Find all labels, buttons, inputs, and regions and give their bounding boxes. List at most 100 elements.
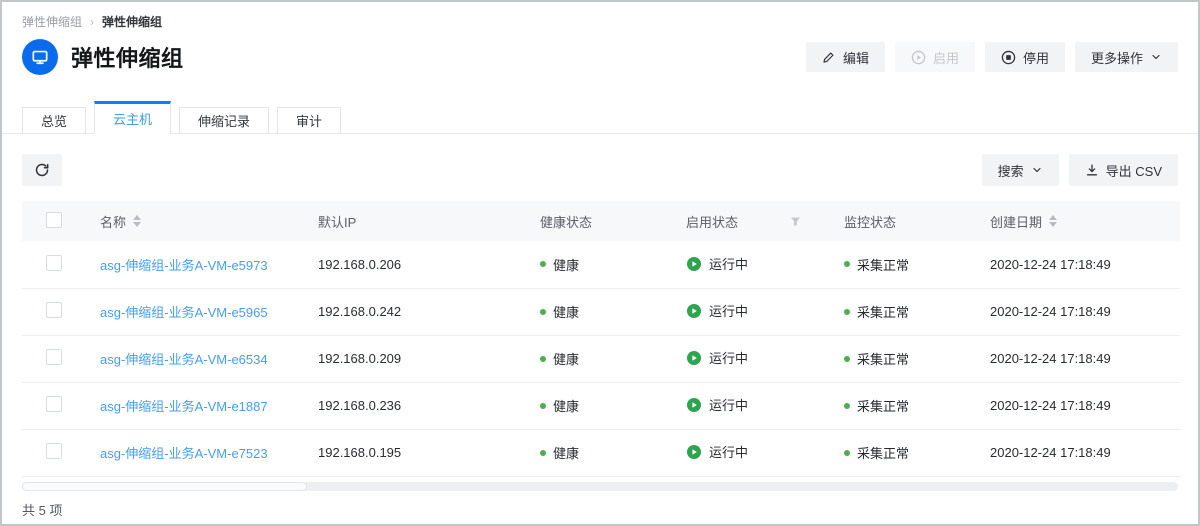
vm-ip: 192.168.0.236	[300, 382, 522, 429]
header-actions: 编辑 启用 停用 更多操作	[806, 42, 1178, 72]
breadcrumb: 弹性伸缩组 › 弹性伸缩组	[2, 2, 1198, 30]
export-csv-button[interactable]: 导出 CSV	[1069, 154, 1178, 186]
enable-button-label: 启用	[933, 48, 959, 67]
table-toolbar: 搜索 导出 CSV	[2, 134, 1198, 186]
created-date: 2020-12-24 17:18:49	[972, 288, 1180, 335]
table-row: asg-伸缩组-业务A-VM-e1887 192.168.0.236 健康 运行…	[22, 382, 1180, 429]
created-date: 2020-12-24 17:18:49	[972, 382, 1180, 429]
green-dot-icon	[844, 450, 850, 456]
table-row: asg-伸缩组-业务A-VM-e5965 192.168.0.242 健康 运行…	[22, 288, 1180, 335]
green-dot-icon	[540, 356, 546, 362]
row-checkbox[interactable]	[46, 302, 62, 318]
column-header-monitor: 监控状态	[844, 215, 896, 230]
monitor-status-badge: 采集正常	[844, 302, 909, 321]
total-count: 共 5 项	[22, 503, 62, 518]
enabled-status-badge: 运行中	[686, 348, 748, 367]
vm-table: 名称 默认IP 健康状态 启用状态 监控状态 创建日期 asg-伸缩组-业务A-…	[2, 186, 1198, 477]
row-checkbox[interactable]	[46, 349, 62, 365]
table-footer: 共 5 项	[2, 491, 1198, 519]
enabled-label: 运行中	[709, 442, 748, 461]
monitor-status-badge: 采集正常	[844, 349, 909, 368]
green-dot-icon	[540, 403, 546, 409]
tab-scaling-records-label: 伸缩记录	[198, 111, 250, 130]
app-window: 弹性伸缩组 › 弹性伸缩组 弹性伸缩组 编辑 启用 停用 更	[0, 0, 1200, 526]
tab-audit-label: 审计	[296, 111, 322, 130]
health-status-badge: 健康	[540, 349, 579, 368]
stop-button[interactable]: 停用	[985, 42, 1065, 72]
tab-overview[interactable]: 总览	[22, 107, 86, 134]
more-actions-label: 更多操作	[1091, 48, 1143, 67]
green-play-circle-icon	[686, 256, 702, 272]
vm-name-link[interactable]: asg-伸缩组-业务A-VM-e5965	[100, 305, 268, 320]
tab-cloud-hosts[interactable]: 云主机	[94, 101, 171, 134]
table-row: asg-伸缩组-业务A-VM-e5973 192.168.0.206 健康 运行…	[22, 241, 1180, 288]
enabled-status-badge: 运行中	[686, 301, 748, 320]
monitor-label: 采集正常	[857, 443, 909, 462]
enabled-status-badge: 运行中	[686, 442, 748, 461]
table-header-row: 名称 默认IP 健康状态 启用状态 监控状态 创建日期	[22, 201, 1180, 241]
row-checkbox[interactable]	[46, 443, 62, 459]
vm-name-link[interactable]: asg-伸缩组-业务A-VM-e5973	[100, 258, 268, 273]
edit-button-label: 编辑	[843, 48, 869, 67]
play-circle-icon	[911, 50, 926, 65]
table-row: asg-伸缩组-业务A-VM-e6534 192.168.0.209 健康 运行…	[22, 335, 1180, 382]
chevron-down-icon	[1031, 164, 1043, 176]
breadcrumb-current: 弹性伸缩组	[102, 13, 162, 30]
chevron-down-icon	[1150, 51, 1162, 63]
monitor-icon	[22, 39, 58, 75]
page-header: 弹性伸缩组 编辑 启用 停用 更多操作	[2, 30, 1198, 75]
pencil-icon	[822, 50, 836, 64]
select-all-checkbox[interactable]	[46, 212, 62, 228]
vm-name-link[interactable]: asg-伸缩组-业务A-VM-e1887	[100, 399, 268, 414]
health-label: 健康	[553, 443, 579, 462]
row-checkbox[interactable]	[46, 255, 62, 271]
row-checkbox[interactable]	[46, 396, 62, 412]
column-header-health: 健康状态	[540, 215, 592, 230]
horizontal-scrollbar-thumb[interactable]	[22, 482, 307, 491]
page-title: 弹性伸缩组	[71, 41, 184, 73]
column-header-ip: 默认IP	[318, 215, 356, 230]
stop-circle-icon	[1001, 50, 1016, 65]
sort-created-icon[interactable]	[1049, 215, 1057, 227]
refresh-button[interactable]	[22, 154, 62, 186]
more-actions-button[interactable]: 更多操作	[1075, 42, 1178, 72]
vm-ip: 192.168.0.242	[300, 288, 522, 335]
funnel-icon[interactable]	[789, 215, 802, 228]
tab-scaling-records[interactable]: 伸缩记录	[179, 107, 269, 134]
enable-button[interactable]: 启用	[895, 42, 975, 72]
created-date: 2020-12-24 17:18:49	[972, 335, 1180, 382]
vm-name-link[interactable]: asg-伸缩组-业务A-VM-e6534	[100, 352, 268, 367]
enabled-label: 运行中	[709, 348, 748, 367]
monitor-label: 采集正常	[857, 302, 909, 321]
enabled-label: 运行中	[709, 301, 748, 320]
monitor-label: 采集正常	[857, 349, 909, 368]
green-play-circle-icon	[686, 350, 702, 366]
tab-cloud-hosts-label: 云主机	[113, 109, 152, 128]
sort-name-icon[interactable]	[133, 215, 141, 227]
download-icon	[1085, 163, 1099, 177]
health-label: 健康	[553, 302, 579, 321]
tab-audit[interactable]: 审计	[277, 107, 341, 134]
search-button[interactable]: 搜索	[982, 154, 1059, 186]
health-status-badge: 健康	[540, 255, 579, 274]
green-play-circle-icon	[686, 444, 702, 460]
tab-overview-label: 总览	[41, 111, 67, 130]
search-button-label: 搜索	[998, 161, 1024, 180]
horizontal-scrollbar[interactable]	[22, 482, 1178, 491]
vm-ip: 192.168.0.195	[300, 429, 522, 476]
green-dot-icon	[540, 450, 546, 456]
green-dot-icon	[844, 356, 850, 362]
health-label: 健康	[553, 349, 579, 368]
green-dot-icon	[844, 309, 850, 315]
green-dot-icon	[844, 261, 850, 267]
vm-name-link[interactable]: asg-伸缩组-业务A-VM-e7523	[100, 446, 268, 461]
column-header-enabled: 启用状态	[686, 212, 738, 231]
enabled-status-badge: 运行中	[686, 254, 748, 273]
monitor-label: 采集正常	[857, 255, 909, 274]
vm-ip: 192.168.0.206	[300, 241, 522, 288]
enabled-label: 运行中	[709, 254, 748, 273]
health-label: 健康	[553, 396, 579, 415]
breadcrumb-parent[interactable]: 弹性伸缩组	[22, 13, 82, 30]
edit-button[interactable]: 编辑	[806, 42, 885, 72]
health-status-badge: 健康	[540, 302, 579, 321]
